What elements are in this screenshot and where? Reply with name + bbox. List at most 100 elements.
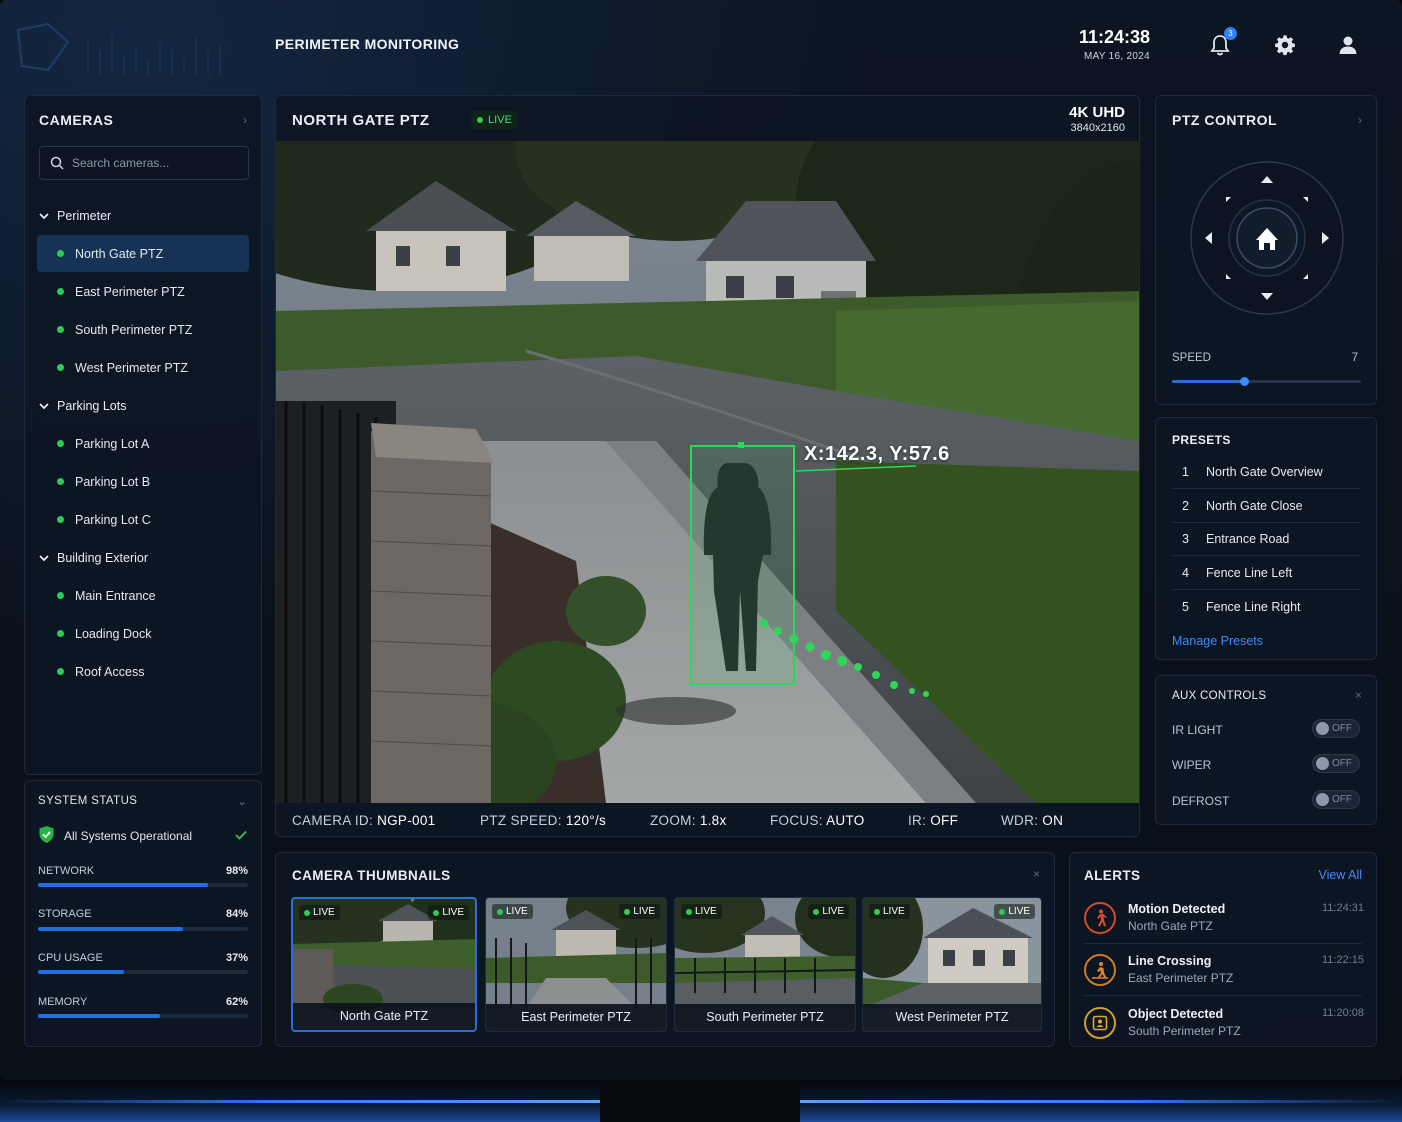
alert-title: Motion Detected <box>1128 902 1226 916</box>
preset-item[interactable]: 5 Fence Line Right <box>1172 590 1360 623</box>
footer-label: IR: <box>908 813 927 828</box>
search-input[interactable] <box>72 156 232 170</box>
settings-button[interactable] <box>1272 32 1298 58</box>
live-label: LIVE <box>822 906 844 917</box>
metric-value-cpu: 37% <box>225 952 248 964</box>
live-badge: LIVE <box>471 111 518 129</box>
status-dot <box>57 630 64 637</box>
metric-value-memory: 62% <box>225 996 248 1008</box>
footer-label: FOCUS: <box>770 813 823 828</box>
user-icon <box>1339 36 1357 54</box>
camera-item-parking-lot-b[interactable]: Parking Lot B <box>37 463 249 500</box>
view-all-link[interactable]: View All <box>1318 868 1362 882</box>
ptz-title: PTZ CONTROL <box>1172 112 1278 128</box>
alert-time: 11:24:31 <box>1321 902 1364 914</box>
camera-item-roof-access[interactable]: Roof Access <box>37 653 249 690</box>
manage-presets-link[interactable]: Manage Presets <box>1172 634 1263 648</box>
status-dot <box>57 250 64 257</box>
clock-time: 11:24:38 <box>1078 27 1150 47</box>
aux-label-wiper: WIPER <box>1172 758 1212 772</box>
live-label: LIVE <box>313 907 335 918</box>
camera-label: Parking Lot A <box>75 436 150 451</box>
thumbnail-south-perimeter-ptz[interactable]: LIVE LIVE South Perimeter PTZ <box>674 897 856 1032</box>
camera-label: North Gate PTZ <box>75 246 164 261</box>
divider <box>1084 995 1362 996</box>
camera-item-south-perimeter-ptz[interactable]: South Perimeter PTZ <box>37 311 249 348</box>
cameras-title: CAMERAS <box>39 112 114 128</box>
thumbnail-west-perimeter-ptz[interactable]: LIVE LIVE West Perimeter PTZ <box>862 897 1042 1032</box>
thumbnail-east-perimeter-ptz[interactable]: LIVE LIVE East Perimeter PTZ <box>485 897 667 1032</box>
footer-zoom: ZOOM: 1.8x <box>650 813 727 828</box>
preset-item[interactable]: 4 Fence Line Left <box>1172 557 1360 590</box>
footer-label: PTZ SPEED: <box>480 813 562 828</box>
metric-fill <box>38 927 183 931</box>
defrost-toggle[interactable]: OFF <box>1312 790 1360 809</box>
alert-icon-ring <box>1084 902 1116 934</box>
video-feed[interactable]: X:142.3, Y:57.6 <box>276 141 1139 803</box>
alert-item[interactable]: Object Detected South Perimeter PTZ 11:2… <box>1084 1003 1364 1053</box>
preset-item[interactable]: 1 North Gate Overview <box>1172 456 1360 489</box>
monitor-stand <box>0 1080 1402 1122</box>
metric-bar-memory <box>38 1014 248 1018</box>
camera-item-north-gate-ptz[interactable]: North Gate PTZ <box>37 235 249 272</box>
live-dot <box>999 908 1006 915</box>
close-icon[interactable]: × <box>1033 867 1040 881</box>
ptz-joystick[interactable] <box>1189 160 1345 316</box>
chevron-down-icon <box>39 403 49 410</box>
live-tag: LIVE <box>681 904 722 919</box>
status-dot <box>57 288 64 295</box>
camera-item-parking-lot-a[interactable]: Parking Lot A <box>37 425 249 462</box>
camera-item-main-entrance[interactable]: Main Entrance <box>37 577 249 614</box>
aux-label-ir-light: IR LIGHT <box>1172 723 1223 737</box>
live-dot <box>497 908 503 915</box>
preset-label: North Gate Overview <box>1206 465 1323 479</box>
camera-item-parking-lot-c[interactable]: Parking Lot C <box>37 501 249 538</box>
search-icon <box>50 156 64 170</box>
preset-item[interactable]: 3 Entrance Road <box>1172 523 1360 556</box>
group-label: Perimeter <box>57 209 112 223</box>
camera-item-loading-dock[interactable]: Loading Dock <box>37 615 249 652</box>
system-status-title: SYSTEM STATUS <box>38 795 138 807</box>
monitor-screen: PERIMETER MONITORING 11:24:38 MAY 16, 20… <box>0 0 1402 1080</box>
group-perimeter[interactable]: Perimeter <box>39 209 111 223</box>
toggle-knob <box>1316 793 1329 806</box>
alert-item[interactable]: Motion Detected North Gate PTZ 11:24:31 <box>1084 898 1364 948</box>
slider-handle[interactable] <box>1239 377 1249 386</box>
footer-value: NGP-001 <box>377 813 436 828</box>
camera-item-west-perimeter-ptz[interactable]: West Perimeter PTZ <box>37 349 249 386</box>
camera-label: South Perimeter PTZ <box>75 322 193 337</box>
group-building-exterior[interactable]: Building Exterior <box>39 551 148 565</box>
camera-label: Main Entrance <box>75 588 156 603</box>
chevron-right-icon[interactable]: › <box>243 113 247 127</box>
metric-fill <box>38 970 125 974</box>
footer-camera-id: CAMERA ID: NGP-001 <box>292 813 435 828</box>
camera-label: West Perimeter PTZ <box>75 360 188 375</box>
toggle-knob <box>1316 722 1329 735</box>
live-label: LIVE <box>1008 906 1030 917</box>
alert-item[interactable]: Line Crossing East Perimeter PTZ 11:22:1… <box>1084 950 1364 1000</box>
live-tag: LIVE <box>994 904 1035 919</box>
thumbnail-label: South Perimeter PTZ <box>675 1004 855 1031</box>
alert-icon-ring <box>1084 1007 1116 1039</box>
divider <box>1084 943 1362 944</box>
footer-ir: IR: OFF <box>908 813 958 828</box>
live-tag: LIVE <box>299 905 340 920</box>
alert-time: 11:20:08 <box>1321 1007 1364 1019</box>
wiper-toggle[interactable]: OFF <box>1312 754 1360 773</box>
chevron-down-icon[interactable]: ⌄ <box>237 794 247 808</box>
close-icon[interactable]: × <box>1355 688 1362 702</box>
speed-slider[interactable] <box>1172 377 1361 386</box>
user-button[interactable] <box>1335 32 1361 58</box>
preset-number: 4 <box>1182 566 1189 580</box>
group-parking-lots[interactable]: Parking Lots <box>39 399 126 413</box>
camera-item-east-perimeter-ptz[interactable]: East Perimeter PTZ <box>37 273 249 310</box>
preset-item[interactable]: 2 North Gate Close <box>1172 490 1360 523</box>
notifications-button[interactable]: 3 <box>1207 27 1237 58</box>
group-label: Building Exterior <box>57 551 149 565</box>
chevron-right-icon[interactable]: › <box>1358 113 1362 127</box>
thumbnail-north-gate-ptz[interactable]: LIVE LIVE North Gate PTZ <box>291 897 477 1032</box>
footer-label: ZOOM: <box>650 813 696 828</box>
live-dot <box>624 908 631 915</box>
ir-light-toggle[interactable]: OFF <box>1312 719 1360 738</box>
gear-icon <box>1275 35 1295 56</box>
